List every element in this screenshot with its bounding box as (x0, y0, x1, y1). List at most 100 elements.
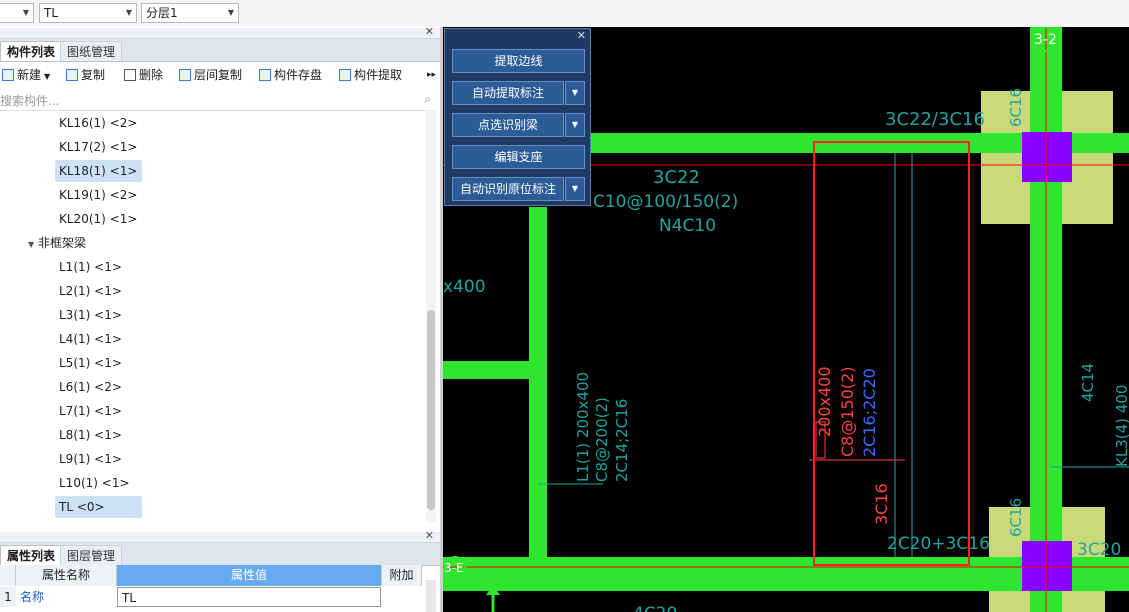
new-button[interactable]: 新建 ▼ (2, 66, 50, 84)
tree-item[interactable]: L7(1) <1> (55, 400, 126, 422)
chevron-down-icon: ▼ (22, 8, 29, 17)
tree-item-selected[interactable]: KL18(1) <1> (55, 160, 142, 182)
delete-button[interactable]: 删除 (124, 66, 163, 84)
anno-label: N4C10 (659, 216, 716, 236)
anno-label: KL3(4) 400 (1113, 385, 1129, 467)
property-value-input[interactable]: TL (117, 587, 381, 607)
anno-label-selected: C8@150(2) (838, 366, 857, 457)
anno-label-selected: 3C16 (872, 483, 891, 525)
tree-category-non-frame-beam[interactable]: ▼ 非框架梁 (24, 232, 90, 254)
layer-value: 分层1 (146, 6, 178, 20)
column-bottom[interactable] (1022, 541, 1072, 591)
edit-support-button[interactable]: 编辑支座 (452, 145, 585, 169)
component-toolbar: 新建 ▼ 复制 删除 层间复制 构件存盘 构件提取 ▸▸ (0, 63, 440, 87)
category-label: 非框架梁 (37, 236, 86, 250)
chevron-down-icon[interactable]: ▼ (565, 81, 585, 105)
anno-label: 2C14;2C16 (613, 399, 631, 482)
tree-item[interactable]: KL17(2) <1> (55, 136, 141, 158)
collapse-icon: ▼ (28, 240, 35, 249)
tree-item[interactable]: L3(1) <1> (55, 304, 126, 326)
floor-copy-icon (179, 69, 191, 81)
component-panel-header: ✕ (0, 25, 440, 39)
beam-l1[interactable] (529, 207, 547, 557)
chevron-down-icon: ▼ (227, 8, 234, 17)
index-header (0, 565, 16, 586)
anno-label: 3C20 (1077, 540, 1121, 560)
layer-dropdown[interactable]: 分层1 ▼ (141, 3, 239, 23)
col-extra-header: 附加 (382, 565, 422, 586)
chevron-down-icon[interactable]: ▼ (565, 177, 585, 201)
tree-scrollbar[interactable] (426, 110, 436, 522)
tab-component-list[interactable]: 构件列表 (0, 41, 63, 61)
auto-recognize-in-situ-button[interactable]: 自动识别原位标注 (452, 177, 564, 201)
floor-dropdown[interactable]: ▼ (0, 3, 34, 23)
anno-label: L1(1) 200x400 (574, 372, 592, 482)
row-index: 1 (0, 587, 16, 607)
save-component-button[interactable]: 构件存盘 (259, 66, 322, 84)
new-icon (2, 69, 14, 81)
column-top[interactable] (1022, 132, 1072, 182)
beam-left-short[interactable] (443, 361, 543, 379)
tree-item-selected[interactable]: TL <0> (55, 496, 142, 518)
tree-item[interactable]: KL16(1) <2> (55, 112, 141, 134)
scrollbar-thumb[interactable] (427, 310, 435, 510)
anno-label: x400 (443, 277, 486, 297)
anno-label: 6C16 (1007, 88, 1025, 127)
anno-label: 3C22/3C16 (885, 109, 985, 130)
copy-label: 复制 (81, 68, 106, 82)
close-icon[interactable]: ✕ (425, 25, 434, 38)
col-name-header: 属性名称 (16, 565, 117, 586)
floor-copy-label: 层间复制 (194, 68, 243, 82)
col-value-header: 属性值 (117, 565, 382, 586)
tree-item[interactable]: L2(1) <1> (55, 280, 126, 302)
extract-edge-button[interactable]: 提取边线 (452, 49, 585, 73)
extract-component-button[interactable]: 构件提取 (339, 66, 402, 84)
top-toolbar: ▼ TL ▼ 分层1 ▼ (0, 0, 1129, 28)
tab-drawing-management[interactable]: 图纸管理 (60, 41, 123, 61)
tree-item[interactable]: L5(1) <1> (55, 352, 126, 374)
recognition-panel: ✕ 提取边线 自动提取标注 ▼ 点选识别梁 ▼ 编辑支座 自动识别原位标注 ▼ (444, 28, 591, 206)
property-panel-tabs: 属性列表 图层管理 (0, 543, 440, 566)
component-search[interactable]: 搜索构件... ⌕ (0, 90, 437, 111)
tree-item[interactable]: L8(1) <1> (55, 424, 126, 446)
save-icon (259, 69, 271, 81)
more-icon[interactable]: ▸▸ (427, 66, 436, 84)
property-name: 名称 (20, 590, 45, 604)
copy-icon (66, 69, 78, 81)
tree-item[interactable]: L9(1) <1> (55, 448, 126, 470)
trash-icon (124, 69, 136, 81)
tree-item[interactable]: KL19(1) <2> (55, 184, 141, 206)
anno-label: C10@100/150(2) (593, 192, 738, 212)
delete-label: 删除 (139, 68, 164, 82)
tab-layer-management[interactable]: 图层管理 (60, 545, 123, 565)
tree-item[interactable]: L4(1) <1> (55, 328, 126, 350)
close-icon[interactable]: ✕ (425, 529, 434, 542)
tree-item[interactable]: L10(1) <1> (55, 472, 134, 494)
copy-button[interactable]: 复制 (66, 66, 105, 84)
tree-item[interactable]: L1(1) <1> (55, 256, 126, 278)
property-scrollbar[interactable] (426, 580, 436, 612)
extract-icon (339, 69, 351, 81)
search-input[interactable]: 搜索构件... (0, 92, 59, 109)
auto-extract-annotation-button[interactable]: 自动提取标注 (452, 81, 564, 105)
component-panel-tabs: 构件列表 图纸管理 (0, 39, 440, 62)
component-type-value: TL (44, 6, 59, 20)
anno-label: C8@200(2) (593, 397, 611, 482)
anno-label: 4C20 (633, 604, 677, 612)
component-tree: KL16(1) <2> KL17(2) <1> KL18(1) <1> KL19… (0, 112, 424, 522)
anno-label-selected: 2C16;2C20 (860, 368, 879, 457)
anno-label: 6C16 (1007, 498, 1025, 537)
chevron-down-icon[interactable]: ▼ (565, 113, 585, 137)
anno-label: 4C14 (1079, 363, 1097, 402)
tree-item[interactable]: KL20(1) <1> (55, 208, 141, 230)
close-icon[interactable]: ✕ (577, 29, 586, 42)
tree-item[interactable]: L6(1) <2> (55, 376, 126, 398)
floor-copy-button[interactable]: 层间复制 (179, 66, 242, 84)
component-type-dropdown[interactable]: TL ▼ (39, 3, 137, 23)
search-icon[interactable]: ⌕ (424, 92, 431, 107)
tab-property-list[interactable]: 属性列表 (0, 545, 63, 565)
highlight-box (813, 141, 970, 566)
save-label: 构件存盘 (274, 68, 323, 82)
axis-label-left: 3-E (444, 561, 464, 575)
pick-recognize-beam-button[interactable]: 点选识别梁 (452, 113, 564, 137)
